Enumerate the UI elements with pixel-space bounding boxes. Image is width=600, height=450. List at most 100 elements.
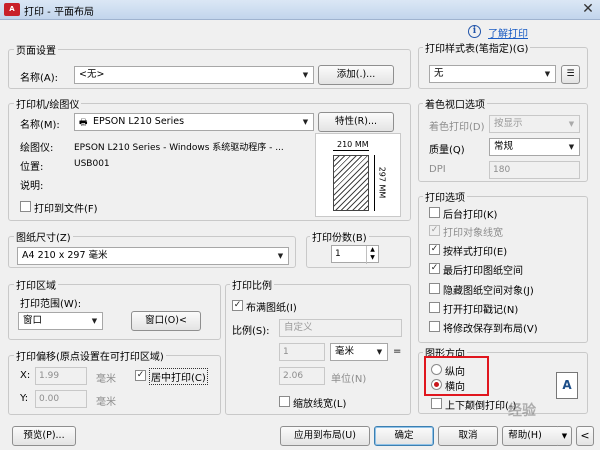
help-dropdown-arrow[interactable]: ▼ [558, 426, 572, 446]
hide-paperspace-objects-checkbox[interactable] [429, 283, 440, 294]
chevron-down-icon: ▼ [544, 70, 551, 78]
offset-y-label: Y: [20, 393, 29, 404]
chevron-down-icon: ▼ [376, 348, 383, 356]
background-plot-label: 后台打印(K) [443, 210, 498, 221]
add-page-setup-button[interactable]: 添加(.)... [318, 65, 394, 85]
scale-select[interactable]: 自定义 [279, 319, 402, 337]
chevron-down-icon: ▼ [561, 432, 568, 440]
plot-to-file-checkbox[interactable] [20, 201, 31, 212]
plotter-name-value: EPSON L210 Series [93, 116, 185, 127]
offset-x-unit: 毫米 [96, 374, 116, 385]
dpi-input[interactable]: 180 [489, 161, 580, 179]
chevron-down-icon: ▼ [302, 118, 309, 126]
help-button[interactable]: 帮助(H) [502, 426, 560, 446]
learn-plotting-link[interactable]: 了解打印 [488, 25, 528, 40]
fit-to-paper-label: 布满图纸(I) [246, 303, 297, 314]
plotter-properties-button[interactable]: 特性(R)... [318, 112, 394, 132]
paper-size-label: 图纸尺寸(Z) [14, 229, 73, 244]
plotter-name-label: 名称(M): [20, 120, 60, 131]
plot-style-table-value: 无 [434, 68, 444, 79]
spin-arrows-icon[interactable]: ▲ ▼ [366, 246, 378, 264]
scale-denominator-input[interactable]: 2.06 [279, 367, 325, 385]
page-setup-name-select[interactable]: <无> ▼ [74, 66, 314, 84]
scale-lineweights-label: 缩放线宽(L) [293, 399, 347, 410]
paper-sheet-hatch [333, 155, 369, 211]
plot-style-table-label: 打印样式表(笔指定)(G) [423, 40, 531, 55]
paperspace-last-checkbox[interactable]: ✓ [429, 263, 440, 274]
scale-label: 比例(S): [232, 326, 270, 337]
chevron-left-icon: < [580, 429, 590, 442]
location-label: 位置: [20, 162, 44, 173]
quality-select[interactable]: 常规 ▼ [489, 138, 580, 156]
upside-down-label: 上下颠倒打印(-) [445, 401, 517, 412]
center-plot-label: 居中打印(C) [149, 368, 208, 385]
collapse-panel-button[interactable]: < [576, 426, 594, 446]
chevron-down-icon: ▼ [91, 317, 98, 325]
paperspace-last-label: 最后打印图纸空间 [443, 266, 523, 277]
scale-lineweights-checkbox[interactable] [279, 396, 290, 407]
offset-x-input[interactable]: 1.99 [35, 367, 87, 385]
plotter-label-text: 绘图仪: [20, 143, 54, 154]
fit-to-paper-checkbox[interactable]: ✓ [232, 300, 243, 311]
upside-down-checkbox[interactable] [431, 398, 442, 409]
hide-paperspace-objects-label: 隐藏图纸空间对象(J) [443, 286, 534, 297]
cancel-button[interactable]: 取消 [438, 426, 498, 446]
plot-options-label: 打印选项 [423, 189, 467, 204]
plot-area-label: 打印区域 [14, 277, 58, 292]
scale-unit-select[interactable]: 毫米 ▼ [330, 343, 388, 361]
shade-plot-label: 着色打印(D) [429, 122, 485, 133]
plotter-value: EPSON L210 Series - Windows 系统驱动程序 - ... [74, 143, 284, 153]
info-icon[interactable]: i [468, 25, 481, 38]
preview-height-dimension-line [374, 155, 375, 211]
window-pick-button[interactable]: 窗口(O)< [131, 311, 201, 331]
plot-with-styles-checkbox[interactable]: ✓ [429, 244, 440, 255]
shade-plot-select[interactable]: 按显示 ▼ [489, 115, 580, 133]
chevron-down-icon: ▼ [568, 120, 575, 128]
plot-stamp-label: 打开打印戳记(N) [443, 305, 519, 316]
center-plot-checkbox[interactable]: ✓ [135, 370, 146, 381]
close-icon[interactable]: ✕ [579, 1, 597, 18]
paper-size-value: A4 210 x 297 毫米 [22, 250, 108, 261]
plot-lineweights-checkbox[interactable]: ✓ [429, 225, 440, 236]
orientation-preview-icon: A [556, 372, 578, 399]
plotter-name-select[interactable]: 🖶 EPSON L210 Series ▼ [74, 113, 314, 131]
plot-with-styles-label: 按样式打印(E) [443, 247, 508, 258]
shaded-viewport-label: 着色视口选项 [423, 96, 487, 111]
description-label: 说明: [20, 181, 44, 192]
page-setup-name-value: <无> [79, 69, 105, 80]
quality-value: 常规 [494, 141, 514, 152]
plot-stamp-checkbox[interactable] [429, 302, 440, 313]
printer-icon: 🖶 [79, 118, 88, 128]
what-to-plot-select[interactable]: 窗口 ▼ [18, 312, 103, 330]
scale-numerator-input[interactable]: 1 [279, 343, 325, 361]
window-title: 打印 - 平面布局 [24, 7, 94, 18]
background-plot-checkbox[interactable] [429, 207, 440, 218]
copies-label: 打印份数(B) [310, 229, 369, 244]
preview-button[interactable]: 预览(P)... [12, 426, 76, 446]
what-to-plot-label: 打印范围(W): [20, 299, 82, 310]
list-edit-icon: ☰ [566, 69, 575, 79]
page-setup-label: 页面设置 [14, 42, 58, 57]
save-changes-to-layout-checkbox[interactable] [429, 321, 440, 332]
scale-value: 自定义 [284, 322, 313, 333]
preview-height-label: 297 MM [377, 166, 387, 199]
scale-unit-value: 毫米 [335, 346, 355, 357]
quality-label: 质量(Q) [429, 145, 465, 156]
page-setup-name-label: 名称(A): [20, 73, 59, 84]
ok-button[interactable]: 确定 [374, 426, 434, 446]
edit-style-table-button[interactable]: ☰ [561, 65, 580, 84]
apply-to-layout-button[interactable]: 应用到布局(U) [280, 426, 370, 446]
scale-denominator-unit: 单位(N) [331, 374, 367, 385]
chevron-down-icon: ▼ [302, 71, 309, 79]
save-changes-to-layout-label: 将修改保存到布局(V) [443, 324, 538, 335]
offset-y-input[interactable]: 0.00 [35, 390, 87, 408]
paper-size-select[interactable]: A4 210 x 297 毫米 ▼ [17, 247, 289, 265]
offset-y-unit: 毫米 [96, 397, 116, 408]
plot-lineweights-label: 打印对象线宽 [443, 228, 503, 239]
offset-x-label: X: [20, 370, 31, 381]
preview-width-dimension-line [333, 150, 369, 151]
copies-stepper[interactable]: 1 ▲ ▼ [331, 245, 379, 264]
plot-to-file-label: 打印到文件(F) [34, 204, 98, 215]
plot-style-table-select[interactable]: 无 ▼ [429, 65, 556, 83]
autocad-app-icon: A [4, 3, 20, 16]
